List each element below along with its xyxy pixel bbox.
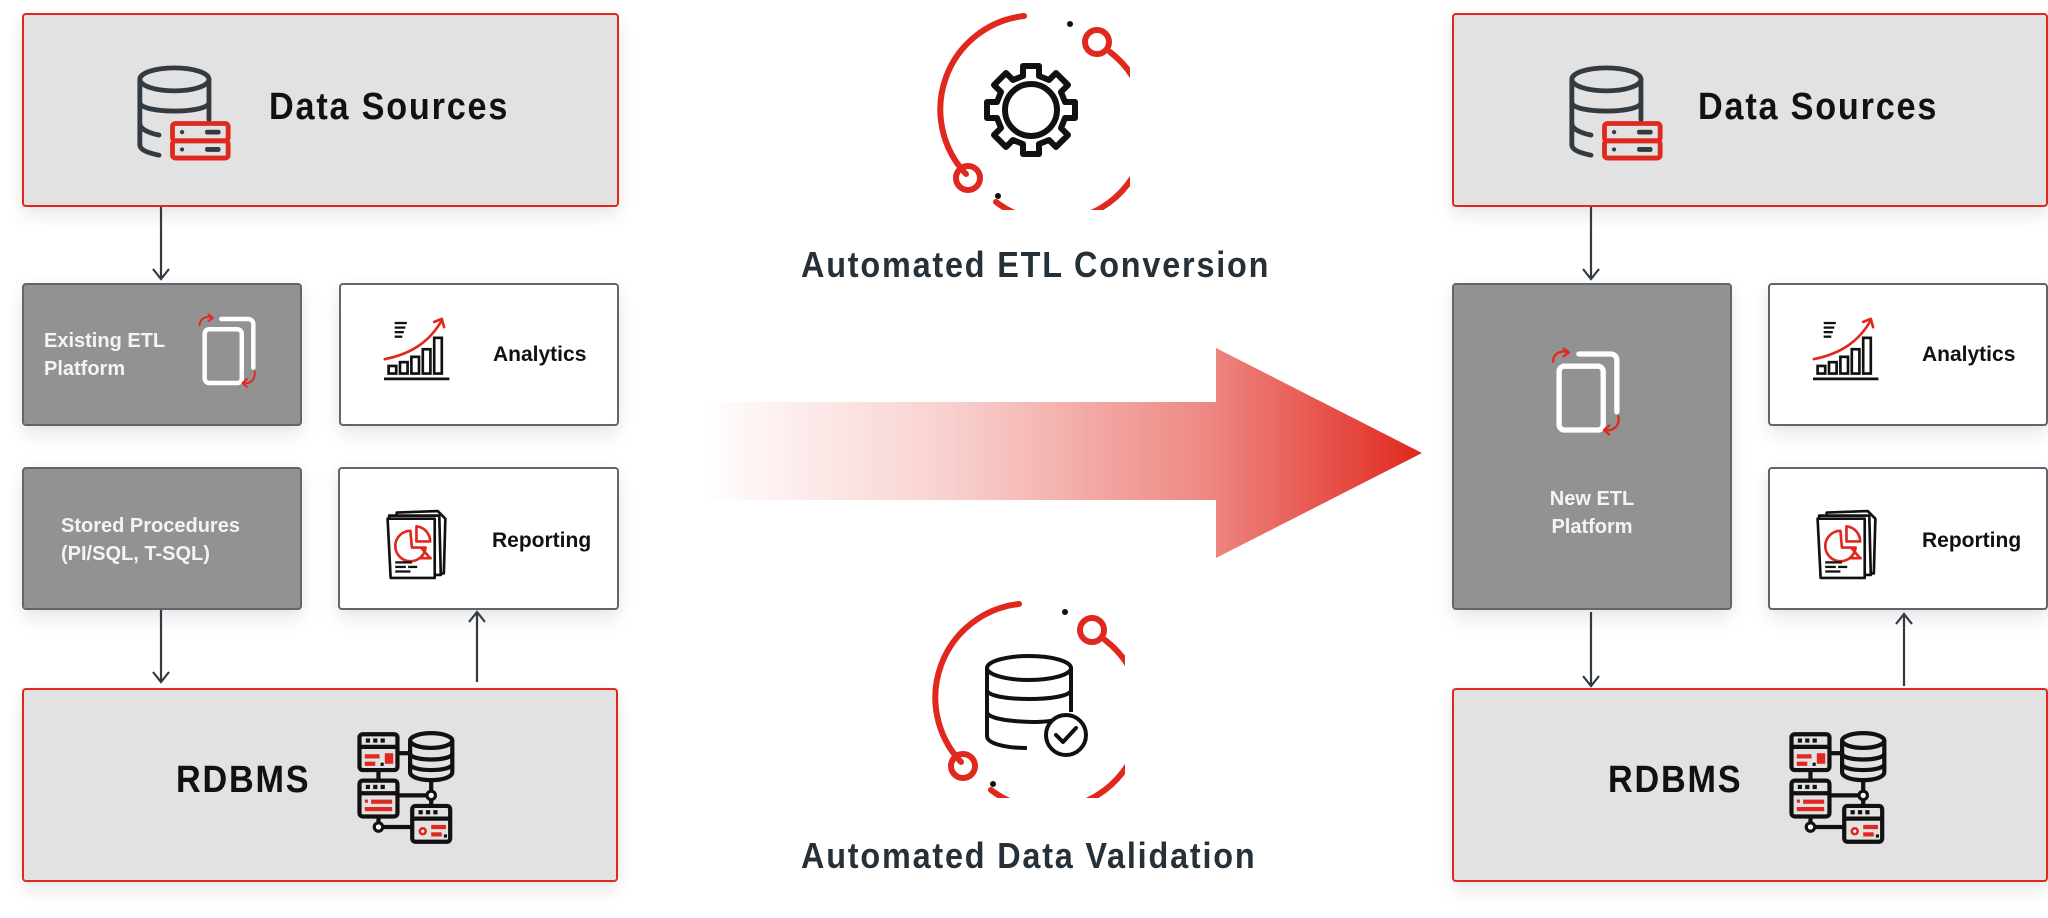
right-new-etl-label: New ETL Platform bbox=[1454, 485, 1730, 541]
left-analytics-label: Analytics bbox=[493, 343, 587, 366]
right-analytics-label: Analytics bbox=[1922, 343, 2016, 366]
right-reporting-label: Reporting bbox=[1922, 529, 2022, 552]
right-data-sources-label: Data Sources bbox=[1698, 86, 1939, 128]
left-arrow-procedures-to-rdbms bbox=[152, 610, 170, 684]
right-data-sources-box: Data Sources bbox=[1452, 13, 2048, 207]
database-network-icon bbox=[354, 730, 462, 846]
left-stored-procedures-box: Stored Procedures (PI/SQL, T-SQL) bbox=[22, 467, 302, 610]
left-existing-etl-line1: Existing ETL bbox=[44, 330, 166, 352]
data-validation-caption: Automated Data Validation bbox=[801, 835, 1257, 876]
left-reporting-box: Reporting bbox=[338, 467, 619, 610]
left-analytics-box: Analytics bbox=[339, 283, 619, 426]
left-stored-procedures-line1: Stored Procedures bbox=[61, 515, 240, 537]
left-stored-procedures-line2: (PI/SQL, T-SQL) bbox=[61, 543, 210, 565]
left-data-sources-box: Data Sources bbox=[22, 13, 619, 207]
right-new-etl-line1: New ETL bbox=[1549, 488, 1635, 510]
left-reporting-label: Reporting bbox=[492, 529, 592, 552]
left-data-sources-label: Data Sources bbox=[269, 86, 510, 128]
etl-conversion-caption: Automated ETL Conversion bbox=[801, 244, 1271, 285]
left-rdbms-box: RDBMS bbox=[22, 688, 618, 882]
gradient-arrow-right-icon bbox=[700, 348, 1422, 558]
database-check-icon bbox=[932, 601, 1125, 798]
report-pie-chart-icon bbox=[380, 505, 456, 581]
left-arrow-rdbms-to-reporting bbox=[468, 610, 486, 682]
left-existing-etl-line2: Platform bbox=[44, 358, 126, 380]
right-new-etl-line2: Platform bbox=[1551, 516, 1633, 538]
right-arrow-rdbms-to-reporting bbox=[1895, 612, 1913, 686]
growth-chart-icon bbox=[1810, 315, 1886, 385]
gear-cycle-icon bbox=[937, 13, 1130, 210]
left-arrow-sources-to-etl bbox=[152, 207, 170, 281]
right-arrow-sources-to-etl bbox=[1582, 207, 1600, 281]
right-new-etl-box: New ETL Platform bbox=[1452, 283, 1732, 610]
document-sync-icon bbox=[1550, 343, 1626, 441]
right-reporting-box: Reporting bbox=[1768, 467, 2048, 610]
right-analytics-box: Analytics bbox=[1768, 283, 2048, 426]
left-existing-etl-box: Existing ETL Platform bbox=[22, 283, 302, 426]
report-pie-chart-icon bbox=[1810, 505, 1886, 581]
document-sync-icon bbox=[197, 311, 261, 391]
left-stored-procedures-label: Stored Procedures (PI/SQL, T-SQL) bbox=[61, 512, 240, 568]
left-rdbms-label: RDBMS bbox=[176, 759, 311, 801]
right-arrow-etl-to-rdbms bbox=[1582, 612, 1600, 688]
left-existing-etl-label: Existing ETL Platform bbox=[44, 327, 165, 383]
growth-chart-icon bbox=[381, 315, 457, 385]
database-server-icon bbox=[1568, 63, 1664, 161]
database-network-icon bbox=[1786, 730, 1894, 846]
database-server-icon bbox=[136, 63, 232, 161]
right-rdbms-box: RDBMS bbox=[1452, 688, 2048, 882]
right-rdbms-label: RDBMS bbox=[1608, 759, 1743, 801]
